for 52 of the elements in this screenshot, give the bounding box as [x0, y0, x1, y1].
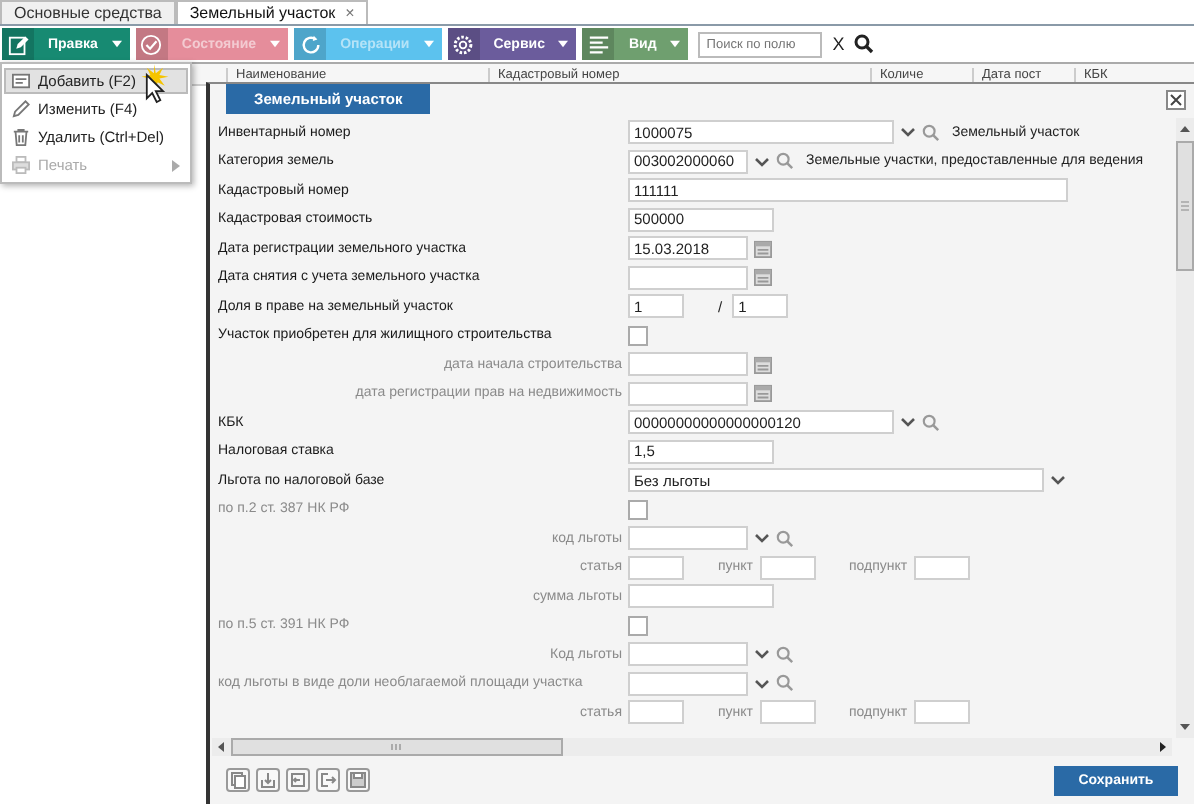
calendar-icon[interactable] [754, 384, 772, 403]
checkbox[interactable] [628, 499, 648, 520]
text-field[interactable] [628, 584, 774, 609]
tab[interactable]: Основные средства [0, 0, 176, 24]
lookup-field[interactable] [628, 526, 748, 551]
calendar-icon[interactable] [754, 239, 772, 258]
refresh-icon [299, 33, 322, 55]
arrow-left-box-icon[interactable] [286, 768, 310, 792]
save-icon[interactable] [346, 768, 370, 792]
chevron-down-icon[interactable] [900, 414, 916, 431]
list-icon [587, 33, 610, 55]
chevron-down-icon[interactable] [754, 530, 770, 547]
calendar-icon[interactable] [754, 355, 772, 374]
export-icon[interactable] [316, 768, 340, 792]
submenu-arrow-icon [172, 159, 180, 171]
close-icon[interactable] [1166, 90, 1186, 110]
tab[interactable]: Земельный участок × [175, 0, 369, 24]
caret-icon [270, 40, 281, 48]
document-icon [12, 72, 30, 90]
lookup-field[interactable] [628, 642, 748, 667]
text-field[interactable] [759, 700, 816, 725]
chevron-down-icon[interactable] [754, 153, 770, 170]
text-field[interactable] [913, 700, 970, 725]
trash-icon [12, 128, 30, 146]
date-field[interactable] [628, 265, 748, 290]
clear-search-button[interactable]: X [828, 34, 849, 54]
pencil-icon [7, 33, 29, 55]
calendar-icon[interactable] [754, 268, 772, 287]
vertical-scrollbar[interactable] [1176, 118, 1194, 738]
caret-icon [111, 40, 122, 48]
text-field[interactable] [628, 700, 684, 725]
caret-icon [670, 40, 681, 48]
text-field[interactable] [628, 555, 684, 580]
checkbox[interactable] [628, 325, 648, 346]
copy-icon[interactable] [226, 768, 250, 792]
horizontal-scrollbar[interactable] [212, 738, 1172, 756]
check-circle-icon [140, 33, 163, 55]
text-field[interactable] [759, 555, 816, 580]
date-field[interactable] [628, 352, 748, 377]
settings-icon [452, 33, 475, 55]
lookup-field[interactable] [628, 671, 748, 696]
text-field[interactable] [913, 555, 970, 580]
caret-icon [423, 40, 434, 48]
import-icon[interactable] [256, 768, 280, 792]
pencil-icon [12, 100, 30, 118]
checkbox[interactable] [628, 615, 648, 636]
chevron-down-icon[interactable] [900, 124, 916, 141]
printer-icon [12, 156, 30, 174]
caret-icon [558, 40, 569, 48]
date-field[interactable] [628, 381, 748, 406]
chevron-down-icon[interactable] [1050, 472, 1066, 489]
search-icon[interactable] [854, 34, 875, 54]
